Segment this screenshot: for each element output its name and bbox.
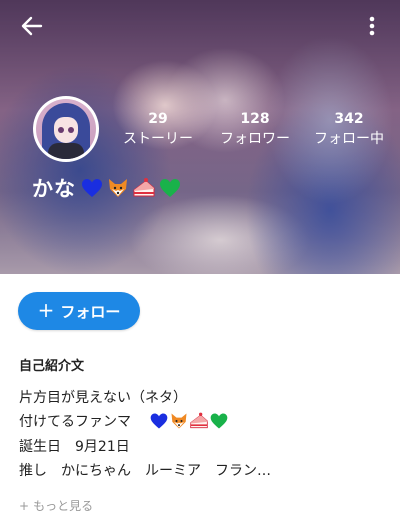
bio-line-text: 誕生日 9月21日 [19,439,130,455]
stat-following[interactable]: 342 フォロー中 [306,110,392,150]
bio-title: 自己紹介文 [19,359,85,374]
bio-line: 片方目が見えない（ネタ） [19,387,187,407]
bio-line: 誕生日 9月21日 [19,436,130,456]
green-heart-icon [210,413,228,429]
arrow-left-icon [21,16,43,36]
plus-icon: + [37,298,55,322]
stat-followers[interactable]: 128 フォロワー [212,110,298,150]
avatar[interactable] [33,96,99,162]
show-more-label: もっと見る [33,499,94,513]
bio-line-text: 付けてるファンマ [19,414,131,430]
followers-count: 128 [240,111,270,127]
bio-line-text: 推し かにちゃん ルーミア フラン… [19,463,271,479]
bio-line: 付けてるファンマ [19,411,229,431]
plus-icon: + [19,498,30,513]
follow-button-label: フォロー [60,302,121,321]
stat-stories[interactable]: 29 ストーリー [116,110,200,150]
fox-icon [109,179,127,197]
stories-label: ストーリー [123,131,193,147]
display-name-text: かな [32,177,76,201]
cake-icon [190,412,208,429]
following-count: 342 [334,111,364,127]
stories-count: 29 [148,111,168,127]
show-more-link[interactable]: + もっと見る [19,497,93,514]
profile-header: 29 ストーリー 128 フォロワー 342 フォロー中 かな [0,0,400,274]
bio-line: 推し かにちゃん ルーミア フラン… [19,460,271,480]
green-heart-icon [160,179,180,197]
avatar-image [36,99,96,159]
display-name: かな [32,173,182,203]
more-options-button[interactable] [356,10,388,42]
followers-label: フォロワー [220,131,290,147]
following-label: フォロー中 [314,131,384,147]
cake-icon [133,178,155,197]
blue-heart-icon [150,413,168,429]
fox-icon [171,413,187,429]
bio-line-text: 片方目が見えない（ネタ） [19,390,187,406]
blue-heart-icon [82,179,102,197]
more-vertical-icon [369,16,375,36]
follow-button[interactable]: + フォロー [18,292,140,330]
back-button[interactable] [16,10,48,42]
